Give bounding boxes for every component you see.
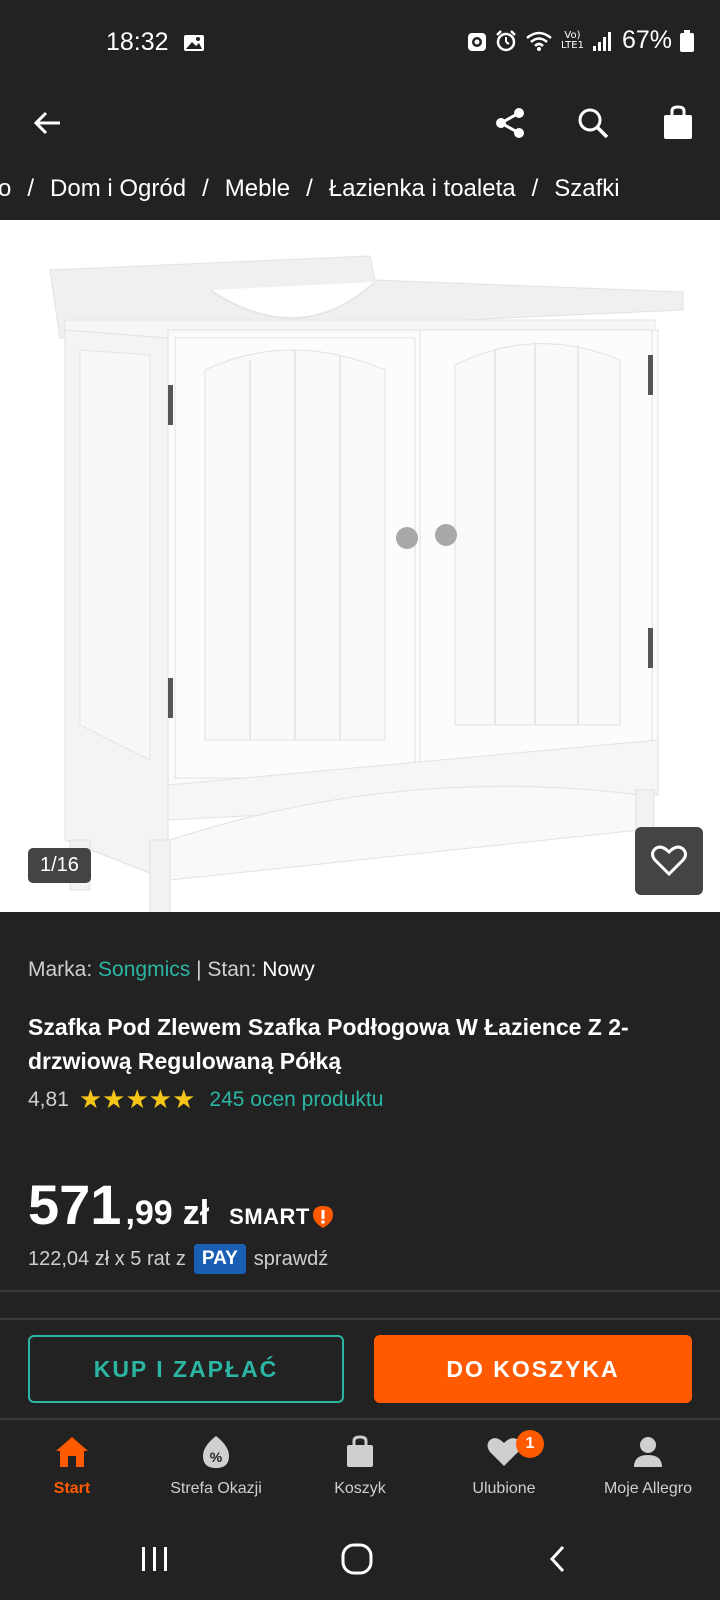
status-bar: 18:32 Vo) LTE1 67%: [0, 0, 720, 88]
shopping-bag-icon: [664, 105, 692, 139]
rating-value: 4,81: [28, 1087, 69, 1111]
breadcrumb: ro / Dom i Ogród / Meble / Łazienka i to…: [0, 164, 620, 214]
heart-outline-icon: [651, 845, 687, 877]
nav-item-favorites[interactable]: 1 Ulubione: [432, 1420, 576, 1520]
back-button[interactable]: [20, 95, 76, 151]
bottom-navigation: Start % Strefa Okazji Koszyk 1 Ulubione: [0, 1420, 720, 1520]
home-circle-icon: [341, 1543, 373, 1575]
rating-count-link[interactable]: 245 ocen produktu: [209, 1088, 383, 1112]
price: 571 ,99 zł SMART: [28, 1172, 334, 1237]
smart-exclamation-icon: [312, 1206, 333, 1228]
nav-item-start[interactable]: Start: [0, 1420, 144, 1520]
nav-label: Strefa Okazji: [170, 1480, 262, 1497]
nav-label: Koszyk: [334, 1480, 386, 1497]
arrow-left-icon: [33, 111, 60, 135]
meta-separator: |: [196, 958, 202, 981]
search-icon: [578, 108, 609, 139]
pay-badge: PAY: [193, 1244, 246, 1274]
brand-link[interactable]: Songmics: [98, 958, 190, 981]
cart-icon: [340, 1432, 380, 1472]
status-time: 18:32: [106, 28, 169, 56]
add-to-cart-button[interactable]: DO KOSZYKA: [374, 1335, 692, 1403]
home-icon: [52, 1432, 92, 1472]
breadcrumb-item[interactable]: Szafki: [554, 175, 619, 203]
divider: [0, 1290, 720, 1292]
nav-label: Moje Allegro: [603, 1480, 693, 1497]
image-counter: 1/16: [28, 848, 91, 883]
wifi-icon: [526, 31, 552, 51]
gallery-notification-icon: [184, 35, 204, 51]
breadcrumb-item[interactable]: Łazienka i toaleta: [329, 175, 516, 203]
breadcrumb-separator: /: [306, 175, 313, 202]
rating-stars: ★★★★★: [78, 1084, 196, 1114]
product-meta: Marka: Songmics | Stan: Nowy: [28, 958, 708, 982]
installments-info: 122,04 zł x 5 rat z PAY sprawdź: [28, 1244, 328, 1274]
share-button[interactable]: [482, 95, 538, 151]
condition-value: Nowy: [262, 958, 315, 981]
divider: [0, 1318, 720, 1320]
price-decimal: ,99: [125, 1194, 173, 1232]
search-button[interactable]: [565, 95, 621, 151]
nav-label: Ulubione: [472, 1480, 536, 1497]
cart-button[interactable]: [650, 95, 706, 151]
nav-item-cart[interactable]: Koszyk: [288, 1420, 432, 1520]
price-currency: zł: [182, 1194, 210, 1232]
deals-icon: %: [196, 1432, 236, 1472]
installments-text: 122,04 zł x 5 rat z: [28, 1247, 186, 1270]
alarm-icon: [496, 29, 516, 51]
signal-icon: [592, 31, 611, 51]
favorites-count-badge: 1: [516, 1430, 544, 1458]
data-saver-icon: [467, 32, 486, 51]
brand-label: Marka:: [28, 958, 93, 981]
product-rating: 4,81 ★★★★★ 245 ocen produktu: [28, 1084, 383, 1115]
price-integer: 571: [28, 1173, 122, 1236]
condition-label: Stan:: [207, 958, 257, 981]
smart-badge: SMART: [229, 1204, 334, 1230]
breadcrumb-separator: /: [27, 175, 35, 202]
system-navigation: [0, 1520, 720, 1600]
breadcrumb-item[interactable]: Dom i Ogród: [50, 175, 186, 203]
breadcrumb-item[interactable]: ro: [0, 175, 11, 203]
installments-check-link[interactable]: sprawdź: [254, 1248, 328, 1271]
battery-percent: 67%: [621, 26, 672, 54]
breadcrumb-item[interactable]: Meble: [225, 175, 290, 203]
nav-item-deals[interactable]: % Strefa Okazji: [144, 1420, 288, 1520]
chevron-left-icon: [549, 1545, 565, 1573]
app-bar: [0, 88, 720, 158]
back-system-button[interactable]: [528, 1534, 588, 1584]
product-gallery[interactable]: 1/16: [0, 220, 720, 912]
network-type: Vo) LTE1: [560, 29, 584, 51]
svg-text:%: %: [210, 1449, 223, 1465]
breadcrumb-separator: /: [202, 175, 209, 202]
product-info: Marka: Songmics | Stan: Nowy Szafka Pod …: [28, 958, 708, 1114]
user-icon: [628, 1432, 668, 1472]
home-system-button[interactable]: [327, 1534, 387, 1584]
recent-apps-icon: [142, 1547, 167, 1571]
nav-label: Start: [53, 1480, 91, 1497]
recent-apps-button[interactable]: [125, 1534, 185, 1584]
add-to-favorites-button[interactable]: [635, 827, 703, 895]
product-title: Szafka Pod Zlewem Szafka Podłogowa W Łaz…: [28, 1014, 629, 1074]
status-indicators: Vo) LTE1 67%: [467, 26, 694, 55]
buy-now-button[interactable]: KUP I ZAPŁAĆ: [28, 1335, 344, 1403]
product-image[interactable]: [0, 220, 720, 912]
share-icon: [496, 108, 524, 138]
battery-icon: [680, 29, 694, 52]
breadcrumb-separator: /: [531, 175, 539, 202]
nav-item-my-allegro[interactable]: Moje Allegro: [576, 1420, 720, 1520]
